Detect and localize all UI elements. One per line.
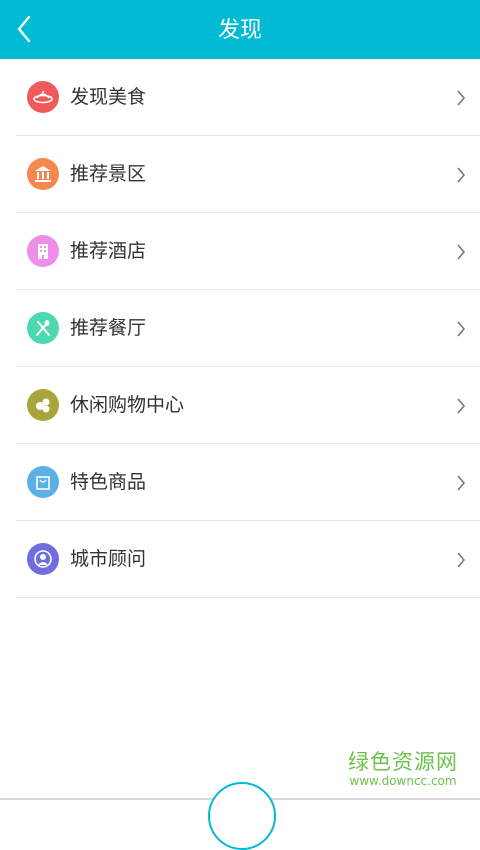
list-item-label: 特色商品	[70, 471, 147, 493]
chevron-right-icon	[457, 398, 466, 414]
list-item-hotel[interactable]: 推荐酒店	[0, 213, 480, 290]
list-item-shopping-center[interactable]: 休闲购物中心	[0, 367, 480, 444]
shopping-center-icon	[27, 389, 59, 421]
watermark-url: www.downcc.com	[349, 774, 457, 788]
chevron-right-icon	[457, 167, 466, 183]
chevron-right-icon	[457, 90, 466, 106]
top-bar: 发现	[0, 0, 480, 59]
list-item-label: 发现美食	[70, 86, 147, 108]
chevron-right-icon	[457, 552, 466, 568]
list-item-specialty-goods[interactable]: 特色商品	[0, 444, 480, 521]
list-item-scenic[interactable]: 推荐景区	[0, 136, 480, 213]
chevron-right-icon	[457, 321, 466, 337]
bottom-center-button[interactable]	[208, 782, 276, 850]
list-item-label: 休闲购物中心	[70, 394, 185, 416]
list-item-food[interactable]: 发现美食	[0, 59, 480, 136]
list-item-label: 推荐景区	[70, 163, 147, 185]
divider	[16, 597, 480, 598]
shopping-bag-icon	[27, 466, 59, 498]
list-item-label: 城市顾问	[70, 548, 147, 570]
watermark: 绿色资源网 www.downcc.com	[348, 746, 458, 788]
list-item-city-advisor[interactable]: 城市顾问	[0, 521, 480, 598]
chevron-right-icon	[457, 244, 466, 260]
landmark-icon	[27, 158, 59, 190]
list-item-label: 推荐酒店	[70, 240, 147, 262]
page-title: 发现	[217, 18, 262, 43]
food-plate-icon	[27, 81, 59, 113]
hotel-building-icon	[27, 235, 59, 267]
list-item-label: 推荐餐厅	[70, 317, 147, 339]
advisor-person-icon	[27, 543, 59, 575]
watermark-title: 绿色资源网	[348, 750, 458, 774]
utensils-icon	[27, 312, 59, 344]
list-item-restaurant[interactable]: 推荐餐厅	[0, 290, 480, 367]
chevron-right-icon	[457, 475, 466, 491]
